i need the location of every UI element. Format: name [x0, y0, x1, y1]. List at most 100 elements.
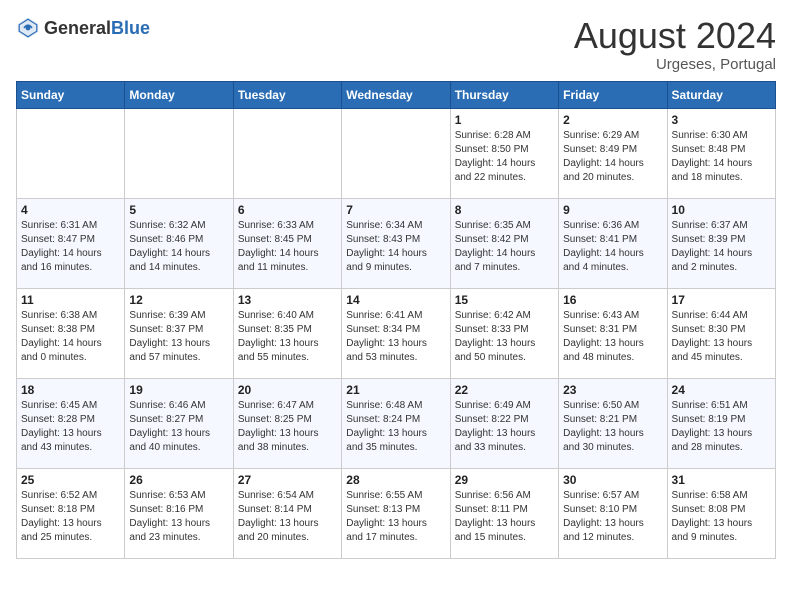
- col-saturday: Saturday: [667, 81, 775, 108]
- day-info: Sunrise: 6:28 AM Sunset: 8:50 PM Dayligh…: [455, 129, 554, 185]
- day-info: Sunrise: 6:53 AM Sunset: 8:16 PM Dayligh…: [129, 489, 228, 545]
- day-number: 18: [21, 383, 120, 397]
- calendar-cell: 14 Sunrise: 6:41 AM Sunset: 8:34 PM Dayli…: [342, 288, 450, 378]
- day-number: 31: [672, 473, 771, 487]
- day-number: 12: [129, 293, 228, 307]
- col-tuesday: Tuesday: [233, 81, 341, 108]
- day-info: Sunrise: 6:46 AM Sunset: 8:27 PM Dayligh…: [129, 399, 228, 455]
- day-number: 21: [346, 383, 445, 397]
- day-number: 19: [129, 383, 228, 397]
- day-number: 8: [455, 203, 554, 217]
- day-number: 24: [672, 383, 771, 397]
- col-wednesday: Wednesday: [342, 81, 450, 108]
- day-info: Sunrise: 6:40 AM Sunset: 8:35 PM Dayligh…: [238, 309, 337, 365]
- calendar-cell: 9 Sunrise: 6:36 AM Sunset: 8:41 PM Daylig…: [559, 198, 667, 288]
- header: GeneralBlue August 2024 Urgeses, Portuga…: [16, 16, 776, 73]
- calendar-cell: 29 Sunrise: 6:56 AM Sunset: 8:11 PM Dayli…: [450, 468, 558, 558]
- day-number: 13: [238, 293, 337, 307]
- calendar-row: 4Sunrise: 6:31 AM Sunset: 8:47 PM Daylig…: [17, 198, 776, 288]
- header-row: Sunday Monday Tuesday Wednesday Thursday…: [17, 81, 776, 108]
- day-info: Sunrise: 6:45 AM Sunset: 8:28 PM Dayligh…: [21, 399, 120, 455]
- calendar-cell: 22 Sunrise: 6:49 AM Sunset: 8:22 PM Dayli…: [450, 378, 558, 468]
- col-monday: Monday: [125, 81, 233, 108]
- calendar-cell: 16 Sunrise: 6:43 AM Sunset: 8:31 PM Dayli…: [559, 288, 667, 378]
- day-number: 2: [563, 113, 662, 127]
- col-thursday: Thursday: [450, 81, 558, 108]
- day-info: Sunrise: 6:32 AM Sunset: 8:46 PM Dayligh…: [129, 219, 228, 275]
- day-number: 17: [672, 293, 771, 307]
- day-info: Sunrise: 6:38 AM Sunset: 8:38 PM Dayligh…: [21, 309, 120, 365]
- calendar-cell: 23 Sunrise: 6:50 AM Sunset: 8:21 PM Dayli…: [559, 378, 667, 468]
- day-number: 10: [672, 203, 771, 217]
- logo-icon: [16, 16, 40, 40]
- day-number: 3: [672, 113, 771, 127]
- day-info: Sunrise: 6:57 AM Sunset: 8:10 PM Dayligh…: [563, 489, 662, 545]
- day-number: 29: [455, 473, 554, 487]
- calendar-body: 1 Sunrise: 6:28 AM Sunset: 8:50 PM Daylig…: [17, 108, 776, 558]
- calendar-cell: 30 Sunrise: 6:57 AM Sunset: 8:10 PM Dayli…: [559, 468, 667, 558]
- calendar-cell: 31 Sunrise: 6:58 AM Sunset: 8:08 PM Dayli…: [667, 468, 775, 558]
- day-number: 16: [563, 293, 662, 307]
- day-number: 25: [21, 473, 120, 487]
- calendar-cell: [342, 108, 450, 198]
- day-number: 7: [346, 203, 445, 217]
- day-info: Sunrise: 6:35 AM Sunset: 8:42 PM Dayligh…: [455, 219, 554, 275]
- calendar-row: 11 Sunrise: 6:38 AM Sunset: 8:38 PM Dayli…: [17, 288, 776, 378]
- calendar-cell: 10 Sunrise: 6:37 AM Sunset: 8:39 PM Dayli…: [667, 198, 775, 288]
- day-info: Sunrise: 6:44 AM Sunset: 8:30 PM Dayligh…: [672, 309, 771, 365]
- calendar-cell: 24 Sunrise: 6:51 AM Sunset: 8:19 PM Dayli…: [667, 378, 775, 468]
- calendar-row: 18 Sunrise: 6:45 AM Sunset: 8:28 PM Dayli…: [17, 378, 776, 468]
- day-number: 22: [455, 383, 554, 397]
- day-info: Sunrise: 6:37 AM Sunset: 8:39 PM Dayligh…: [672, 219, 771, 275]
- day-number: 5: [129, 203, 228, 217]
- calendar-cell: 5 Sunrise: 6:32 AM Sunset: 8:46 PM Daylig…: [125, 198, 233, 288]
- calendar-cell: 18 Sunrise: 6:45 AM Sunset: 8:28 PM Dayli…: [17, 378, 125, 468]
- calendar-cell: 1 Sunrise: 6:28 AM Sunset: 8:50 PM Daylig…: [450, 108, 558, 198]
- calendar-cell: [125, 108, 233, 198]
- main-title: August 2024: [574, 16, 776, 56]
- day-number: 6: [238, 203, 337, 217]
- day-info: Sunrise: 6:51 AM Sunset: 8:19 PM Dayligh…: [672, 399, 771, 455]
- calendar-cell: 12Sunrise: 6:39 AM Sunset: 8:37 PM Dayli…: [125, 288, 233, 378]
- day-number: 4: [21, 203, 120, 217]
- calendar-row: 25 Sunrise: 6:52 AM Sunset: 8:18 PM Dayli…: [17, 468, 776, 558]
- day-info: Sunrise: 6:56 AM Sunset: 8:11 PM Dayligh…: [455, 489, 554, 545]
- calendar-cell: 17 Sunrise: 6:44 AM Sunset: 8:30 PM Dayli…: [667, 288, 775, 378]
- day-info: Sunrise: 6:49 AM Sunset: 8:22 PM Dayligh…: [455, 399, 554, 455]
- day-info: Sunrise: 6:54 AM Sunset: 8:14 PM Dayligh…: [238, 489, 337, 545]
- day-number: 28: [346, 473, 445, 487]
- calendar-cell: 26Sunrise: 6:53 AM Sunset: 8:16 PM Dayli…: [125, 468, 233, 558]
- day-info: Sunrise: 6:50 AM Sunset: 8:21 PM Dayligh…: [563, 399, 662, 455]
- day-number: 30: [563, 473, 662, 487]
- col-friday: Friday: [559, 81, 667, 108]
- day-number: 15: [455, 293, 554, 307]
- calendar-cell: 4Sunrise: 6:31 AM Sunset: 8:47 PM Daylig…: [17, 198, 125, 288]
- subtitle: Urgeses, Portugal: [574, 56, 776, 73]
- day-number: 11: [21, 293, 120, 307]
- day-number: 1: [455, 113, 554, 127]
- calendar-cell: 11 Sunrise: 6:38 AM Sunset: 8:38 PM Dayli…: [17, 288, 125, 378]
- day-info: Sunrise: 6:30 AM Sunset: 8:48 PM Dayligh…: [672, 129, 771, 185]
- calendar-header: Sunday Monday Tuesday Wednesday Thursday…: [17, 81, 776, 108]
- calendar-cell: 13 Sunrise: 6:40 AM Sunset: 8:35 PM Dayli…: [233, 288, 341, 378]
- day-info: Sunrise: 6:47 AM Sunset: 8:25 PM Dayligh…: [238, 399, 337, 455]
- day-info: Sunrise: 6:41 AM Sunset: 8:34 PM Dayligh…: [346, 309, 445, 365]
- logo-general: General: [44, 18, 111, 38]
- day-info: Sunrise: 6:52 AM Sunset: 8:18 PM Dayligh…: [21, 489, 120, 545]
- calendar-cell: 6 Sunrise: 6:33 AM Sunset: 8:45 PM Daylig…: [233, 198, 341, 288]
- day-number: 23: [563, 383, 662, 397]
- day-number: 9: [563, 203, 662, 217]
- day-info: Sunrise: 6:36 AM Sunset: 8:41 PM Dayligh…: [563, 219, 662, 275]
- calendar-cell: [17, 108, 125, 198]
- col-sunday: Sunday: [17, 81, 125, 108]
- day-info: Sunrise: 6:33 AM Sunset: 8:45 PM Dayligh…: [238, 219, 337, 275]
- logo-text: GeneralBlue: [44, 18, 150, 39]
- day-info: Sunrise: 6:43 AM Sunset: 8:31 PM Dayligh…: [563, 309, 662, 365]
- calendar-cell: 3 Sunrise: 6:30 AM Sunset: 8:48 PM Daylig…: [667, 108, 775, 198]
- day-info: Sunrise: 6:58 AM Sunset: 8:08 PM Dayligh…: [672, 489, 771, 545]
- calendar-cell: 7Sunrise: 6:34 AM Sunset: 8:43 PM Daylig…: [342, 198, 450, 288]
- day-number: 14: [346, 293, 445, 307]
- day-number: 27: [238, 473, 337, 487]
- calendar-cell: 8 Sunrise: 6:35 AM Sunset: 8:42 PM Daylig…: [450, 198, 558, 288]
- day-info: Sunrise: 6:48 AM Sunset: 8:24 PM Dayligh…: [346, 399, 445, 455]
